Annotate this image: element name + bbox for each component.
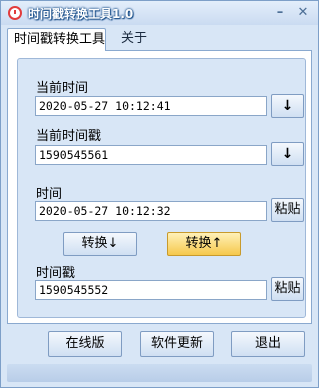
current-time-label: 当前时间 [36, 81, 89, 96]
exit-button[interactable]: 退出 [231, 331, 305, 357]
current-timestamp-label: 当前时间戳 [36, 129, 102, 144]
current-timestamp-field[interactable]: 1590545561 [35, 145, 267, 165]
arrow-down-icon[interactable]: ↓ [271, 94, 304, 118]
timestamp-input[interactable]: 1590545552 [35, 280, 267, 300]
timestamp-label: 时间戳 [36, 266, 76, 281]
arrow-down-icon[interactable]: ↓ [271, 142, 304, 166]
online-version-button[interactable]: 在线版 [48, 331, 122, 357]
paste-timestamp-button[interactable]: 粘贴 [271, 277, 304, 301]
close-icon[interactable]: ✕ [294, 4, 312, 22]
time-input[interactable]: 2020-05-27 10:12:32 [35, 201, 267, 221]
app-icon [8, 6, 22, 20]
convert-to-timestamp-button[interactable]: 转换↓ [63, 232, 137, 256]
app-window: 时间戳转换工具1.0 – ✕ 时间戳转换工具 关于 当前时间 2020-05-2… [0, 0, 319, 388]
time-label: 时间 [36, 187, 63, 202]
current-time-field[interactable]: 2020-05-27 10:12:41 [35, 96, 267, 116]
tab-about[interactable]: 关于 [115, 28, 159, 51]
paste-time-button[interactable]: 粘贴 [271, 198, 304, 222]
convert-to-time-button[interactable]: 转换↑ [167, 232, 241, 256]
minimize-icon[interactable]: – [271, 4, 289, 22]
window-title: 时间戳转换工具1.0 [28, 7, 134, 21]
status-bar [7, 364, 312, 382]
software-update-button[interactable]: 软件更新 [140, 331, 214, 357]
tab-converter[interactable]: 时间戳转换工具 [7, 28, 106, 51]
title-bar[interactable]: 时间戳转换工具1.0 – ✕ [1, 1, 318, 25]
